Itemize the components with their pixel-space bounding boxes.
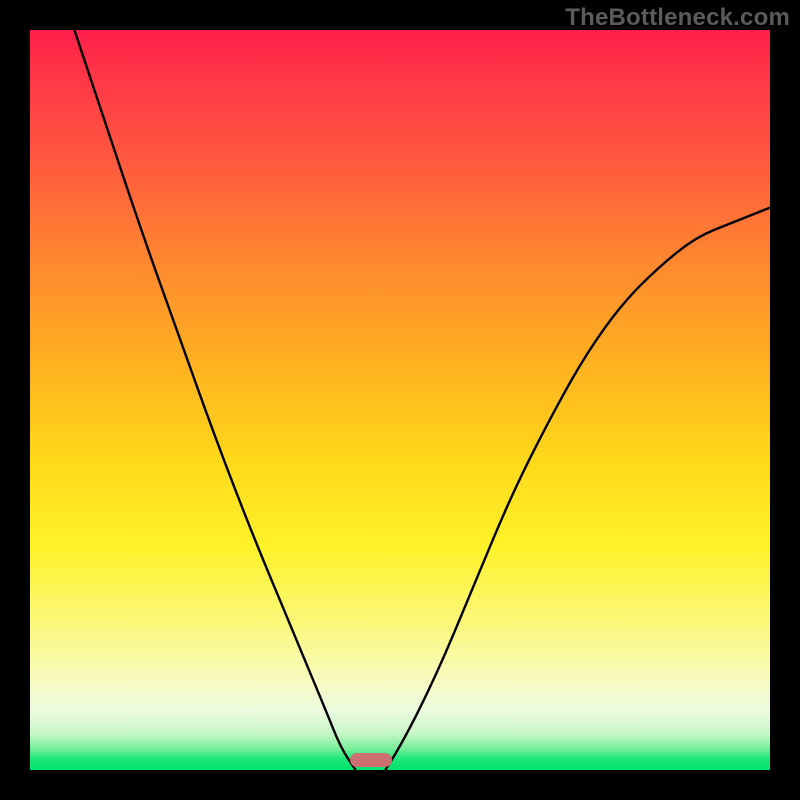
plot-area <box>30 30 770 770</box>
optimal-marker-bar <box>350 753 392 767</box>
watermark-text: TheBottleneck.com <box>565 4 790 32</box>
gradient-background <box>30 30 770 770</box>
